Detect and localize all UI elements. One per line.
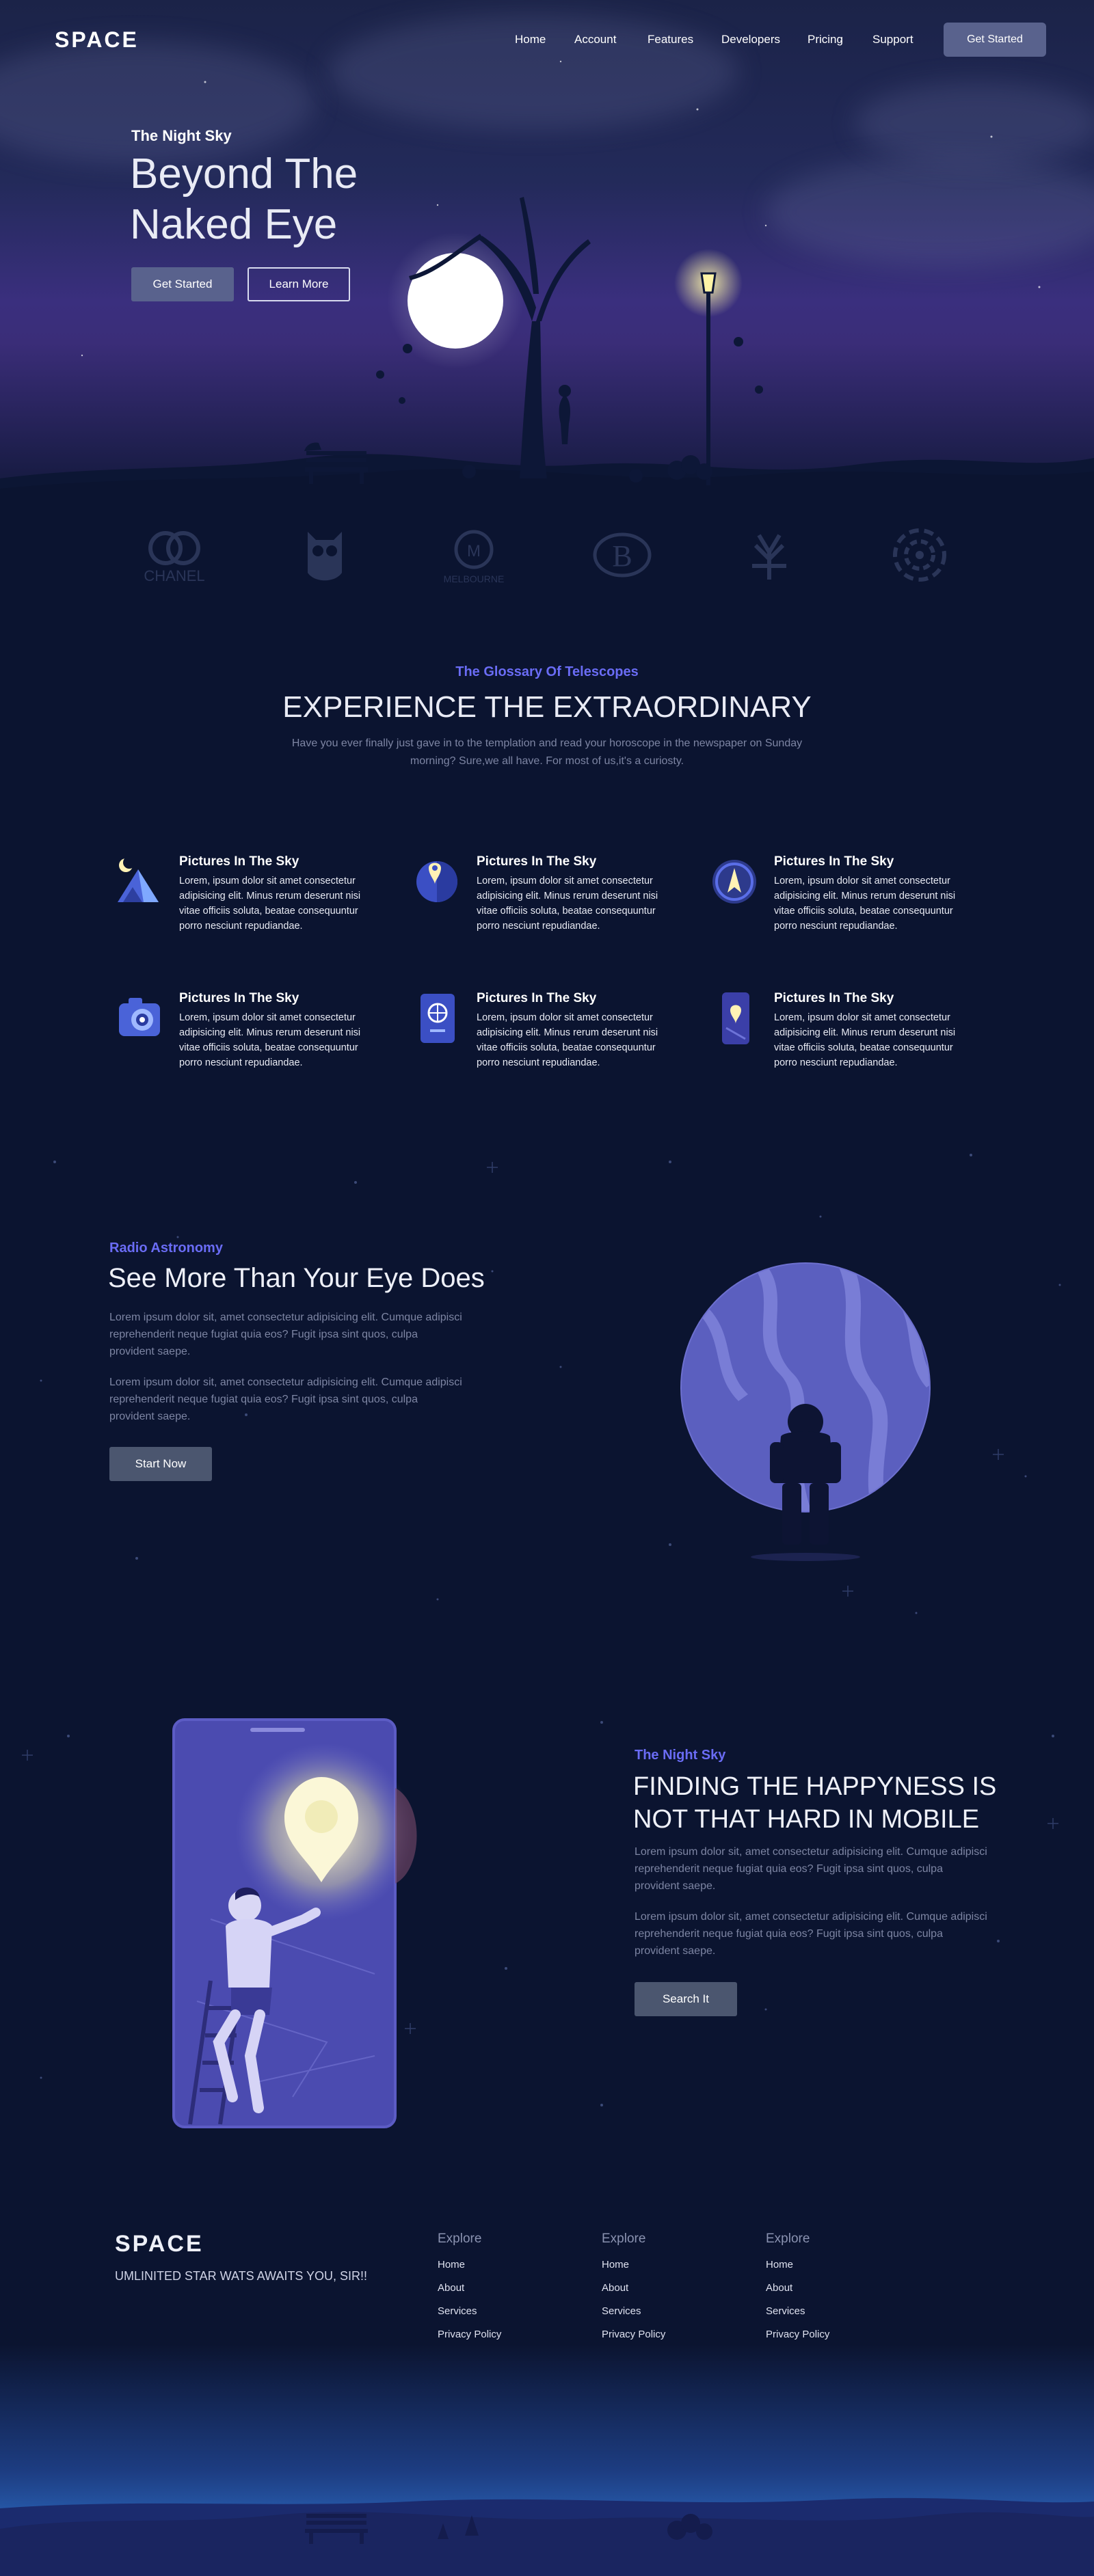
brand-name: CHANEL bbox=[144, 567, 204, 584]
glossary-eyebrow: The Glossary Of Telescopes bbox=[455, 664, 639, 679]
footer-link-home[interactable]: Home bbox=[602, 2259, 738, 2270]
nav-developers[interactable]: Developers bbox=[721, 33, 780, 46]
footer-link-services[interactable]: Services bbox=[602, 2305, 738, 2317]
brand-logo-chanel: CHANEL bbox=[130, 525, 219, 590]
nav-features[interactable]: Features bbox=[648, 33, 693, 46]
phone-map-icon bbox=[722, 992, 749, 1044]
footer-tagline: UMLINITED STAR WATS AWAITS YOU, SIR!! bbox=[115, 2269, 368, 2283]
feature-card: Pictures In The Sky Lorem, ipsum dolor s… bbox=[711, 991, 971, 1080]
footer-link-services[interactable]: Services bbox=[766, 2305, 903, 2317]
feature-card: Pictures In The Sky Lorem, ipsum dolor s… bbox=[711, 854, 971, 943]
passport-icon bbox=[421, 994, 455, 1043]
footer-column: Explore Home About Services Privacy Poli… bbox=[766, 2232, 903, 2352]
logo[interactable]: SPACE bbox=[55, 27, 139, 53]
feature-text: Lorem, ipsum dolor sit amet consectetur … bbox=[477, 876, 658, 932]
brand-logo-tree bbox=[738, 525, 800, 590]
radio-title: See More Than Your Eye Does bbox=[108, 1263, 485, 1293]
footer-link-home[interactable]: Home bbox=[438, 2259, 574, 2270]
mobile-paragraph: Lorem ipsum dolor sit, amet consectetur … bbox=[635, 1911, 987, 1957]
nav-support[interactable]: Support bbox=[872, 33, 913, 46]
start-now-button[interactable]: Start Now bbox=[109, 1447, 212, 1481]
hero-illustration bbox=[0, 40, 1094, 519]
search-it-button[interactable]: Search It bbox=[635, 1982, 737, 2016]
feature-text: Lorem, ipsum dolor sit amet consectetur … bbox=[477, 1012, 658, 1068]
camera-icon bbox=[119, 998, 160, 1036]
brand-logo-owl bbox=[301, 525, 349, 590]
nav-pricing[interactable]: Pricing bbox=[808, 33, 843, 46]
footer-link-about[interactable]: About bbox=[602, 2282, 738, 2294]
mobile-paragraph: Lorem ipsum dolor sit, amet consectetur … bbox=[635, 1846, 987, 1892]
footer-link-home[interactable]: Home bbox=[766, 2259, 903, 2270]
footer-link-privacy[interactable]: Privacy Policy bbox=[602, 2329, 738, 2340]
brand-name: MELBOURNE bbox=[444, 573, 505, 584]
planet-astronaut-illustration bbox=[680, 1262, 931, 1561]
footer-column: Explore Home About Services Privacy Poli… bbox=[602, 2232, 738, 2352]
hero-get-started-button[interactable]: Get Started bbox=[131, 267, 234, 301]
feature-title: Pictures In The Sky bbox=[774, 991, 894, 1005]
hero-section: SPACE Home Account Features Developers P… bbox=[0, 0, 1094, 519]
feature-title: Pictures In The Sky bbox=[774, 854, 894, 869]
compass-icon bbox=[712, 860, 756, 904]
footer-column-heading: Explore bbox=[438, 2232, 482, 2246]
footer-link-privacy[interactable]: Privacy Policy bbox=[438, 2329, 574, 2340]
mobile-title: FINDING THE HAPPYNESS IS NOT THAT HARD I… bbox=[633, 1772, 997, 1834]
footer-link-about[interactable]: About bbox=[438, 2282, 574, 2294]
footer-landscape-illustration bbox=[0, 2344, 1094, 2576]
feature-title: Pictures In The Sky bbox=[477, 854, 597, 869]
nav-home[interactable]: Home bbox=[515, 33, 546, 46]
footer-column-heading: Explore bbox=[766, 2232, 810, 2246]
feature-title: Pictures In The Sky bbox=[179, 854, 299, 869]
feature-card: Pictures In The Sky Lorem, ipsum dolor s… bbox=[414, 991, 673, 1080]
feature-title: Pictures In The Sky bbox=[179, 991, 299, 1005]
feature-text: Lorem, ipsum dolor sit amet consectetur … bbox=[179, 1012, 361, 1068]
footer-link-services[interactable]: Services bbox=[438, 2305, 574, 2317]
brand-logo-spiral bbox=[885, 525, 954, 590]
map-pin-icon bbox=[416, 861, 457, 902]
radio-paragraph: Lorem ipsum dolor sit, amet consectetur … bbox=[109, 1377, 462, 1422]
brand-logo-melbourne: M MELBOURNE bbox=[436, 525, 511, 590]
phone-lamp-illustration bbox=[172, 1718, 417, 2128]
svg-text:M: M bbox=[467, 542, 481, 560]
feature-title: Pictures In The Sky bbox=[477, 991, 597, 1005]
mobile-eyebrow: The Night Sky bbox=[635, 1748, 726, 1763]
glossary-description: Have you ever finally just gave in to th… bbox=[291, 737, 803, 767]
feature-card: Pictures In The Sky Lorem, ipsum dolor s… bbox=[414, 854, 673, 943]
hero-title: Beyond The Naked Eye bbox=[130, 150, 358, 248]
feature-text: Lorem, ipsum dolor sit amet consectetur … bbox=[774, 876, 956, 932]
feature-card: Pictures In The Sky Lorem, ipsum dolor s… bbox=[116, 991, 376, 1080]
radio-eyebrow: Radio Astronomy bbox=[109, 1240, 223, 1256]
brand-name: B bbox=[612, 539, 632, 573]
mountain-moon-icon bbox=[118, 856, 159, 902]
feature-text: Lorem, ipsum dolor sit amet consectetur … bbox=[179, 876, 361, 932]
nav-account[interactable]: Account bbox=[574, 33, 616, 46]
footer-link-privacy[interactable]: Privacy Policy bbox=[766, 2329, 903, 2340]
brand-logo-b: B bbox=[588, 525, 656, 590]
footer-link-about[interactable]: About bbox=[766, 2282, 903, 2294]
radio-paragraph: Lorem ipsum dolor sit, amet consectetur … bbox=[109, 1312, 462, 1357]
feature-text: Lorem, ipsum dolor sit amet consectetur … bbox=[774, 1012, 956, 1068]
feature-card: Pictures In The Sky Lorem, ipsum dolor s… bbox=[116, 854, 376, 943]
footer-column: Explore Home About Services Privacy Poli… bbox=[438, 2232, 574, 2352]
glossary-title: EXPERIENCE THE EXTRAORDINARY bbox=[282, 690, 812, 724]
hero-eyebrow: The Night Sky bbox=[131, 127, 232, 144]
footer-logo[interactable]: SPACE bbox=[115, 2231, 204, 2258]
footer-column-heading: Explore bbox=[602, 2232, 646, 2246]
get-started-button[interactable]: Get Started bbox=[944, 23, 1046, 57]
learn-more-button[interactable]: Learn More bbox=[248, 267, 350, 301]
